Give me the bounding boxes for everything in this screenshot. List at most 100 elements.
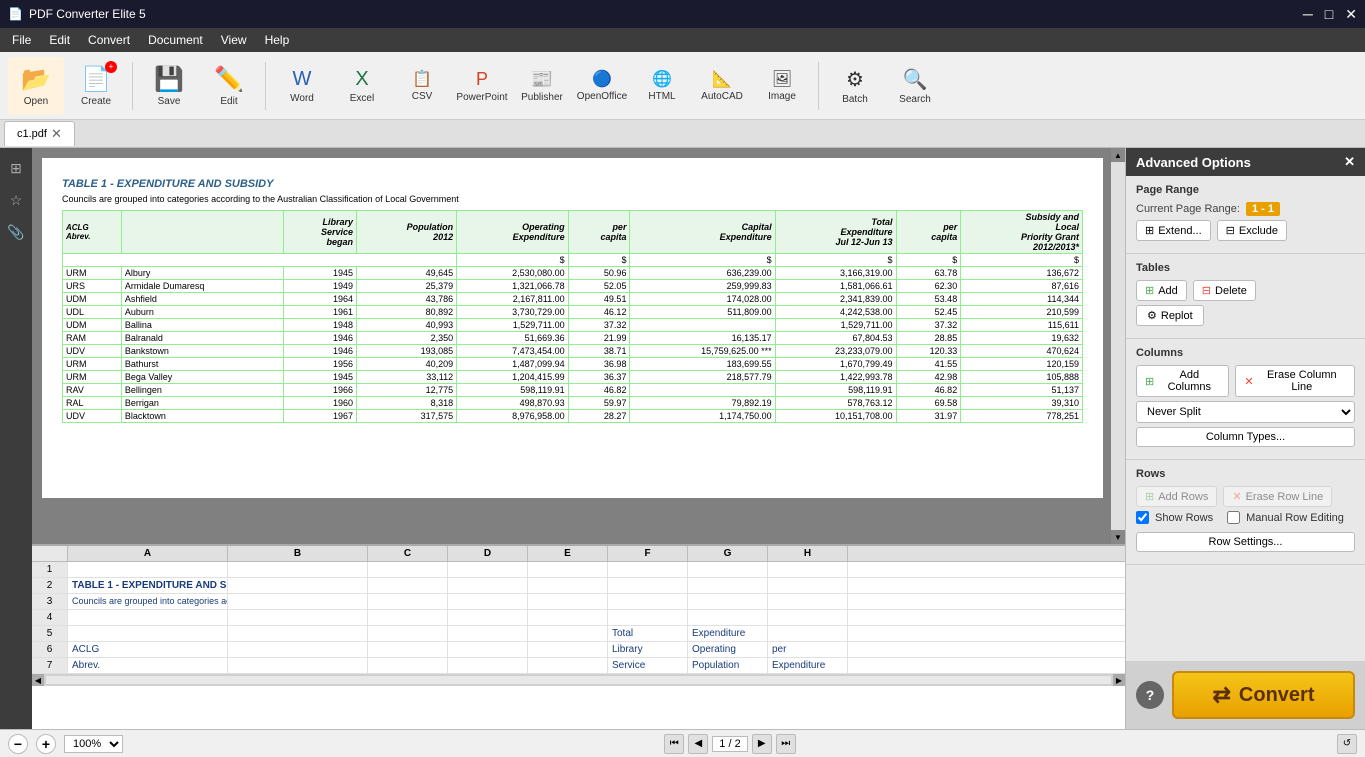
row6-e[interactable]	[528, 642, 608, 657]
row4-g[interactable]	[688, 610, 768, 625]
row4-h[interactable]	[768, 610, 848, 625]
row2-g[interactable]	[688, 578, 768, 593]
page-first-button[interactable]: ⏮	[664, 734, 684, 754]
row7-c[interactable]	[368, 658, 448, 673]
refresh-button[interactable]: ↺	[1337, 734, 1357, 754]
row1-b[interactable]	[228, 562, 368, 577]
scroll-down-button[interactable]: ▼	[1111, 530, 1125, 544]
replot-button[interactable]: ⚙ Replot	[1136, 305, 1204, 326]
row4-c[interactable]	[368, 610, 448, 625]
delete-table-button[interactable]: ⊟ Delete	[1193, 280, 1256, 301]
row2-h[interactable]	[768, 578, 848, 593]
row6-a[interactable]: ACLG	[68, 642, 228, 657]
row6-h[interactable]: per	[768, 642, 848, 657]
vertical-scrollbar[interactable]: ▲ ▼	[1111, 148, 1125, 544]
show-rows-checkbox[interactable]	[1136, 511, 1149, 524]
add-table-button[interactable]: ⊞ Add	[1136, 280, 1187, 301]
horizontal-scrollbar[interactable]: ◀ ▶	[32, 674, 1125, 686]
excel-button[interactable]: X Excel	[334, 57, 390, 115]
open-button[interactable]: 📂 Open	[8, 57, 64, 115]
search-button[interactable]: 🔍 Search	[887, 57, 943, 115]
row1-c[interactable]	[368, 562, 448, 577]
page-last-button[interactable]: ⏭	[776, 734, 796, 754]
row7-h[interactable]: Expenditure	[768, 658, 848, 673]
row-settings-button[interactable]: Row Settings...	[1136, 532, 1355, 552]
row3-f[interactable]	[608, 594, 688, 609]
row1-g[interactable]	[688, 562, 768, 577]
row4-b[interactable]	[228, 610, 368, 625]
row7-b[interactable]	[228, 658, 368, 673]
row6-b[interactable]	[228, 642, 368, 657]
row5-b[interactable]	[228, 626, 368, 641]
panel-close-button[interactable]: ✕	[1344, 154, 1355, 170]
row1-h[interactable]	[768, 562, 848, 577]
row3-h[interactable]	[768, 594, 848, 609]
row3-a[interactable]: Councils are grouped into categories acc…	[68, 594, 228, 609]
row5-f[interactable]: Total	[608, 626, 688, 641]
row6-f[interactable]: Library	[608, 642, 688, 657]
row5-g[interactable]: Expenditure	[688, 626, 768, 641]
row2-a[interactable]: TABLE 1 - EXPENDITURE AND SUBSIDY	[68, 578, 228, 593]
menu-edit[interactable]: Edit	[41, 31, 78, 49]
row5-d[interactable]	[448, 626, 528, 641]
row7-d[interactable]	[448, 658, 528, 673]
word-button[interactable]: W Word	[274, 57, 330, 115]
row3-b[interactable]	[228, 594, 368, 609]
html-button[interactable]: 🌐 HTML	[634, 57, 690, 115]
zoom-select[interactable]: 100% 75% 125% 150%	[64, 735, 123, 753]
batch-button[interactable]: ⚙ Batch	[827, 57, 883, 115]
edit-button[interactable]: ✏️ Edit	[201, 57, 257, 115]
sidebar-clip-icon[interactable]: 📎	[4, 220, 28, 244]
row3-e[interactable]	[528, 594, 608, 609]
page-next-button[interactable]: ▶	[752, 734, 772, 754]
row5-a[interactable]	[68, 626, 228, 641]
row6-c[interactable]	[368, 642, 448, 657]
menu-file[interactable]: File	[4, 31, 39, 49]
zoom-plus-button[interactable]: +	[36, 734, 56, 754]
row3-g[interactable]	[688, 594, 768, 609]
row3-d[interactable]	[448, 594, 528, 609]
row6-d[interactable]	[448, 642, 528, 657]
row1-d[interactable]	[448, 562, 528, 577]
page-prev-button[interactable]: ◀	[688, 734, 708, 754]
row2-e[interactable]	[528, 578, 608, 593]
row7-a[interactable]: Abrev.	[68, 658, 228, 673]
close-button[interactable]: ✕	[1345, 6, 1357, 23]
menu-convert[interactable]: Convert	[80, 31, 138, 49]
add-columns-button[interactable]: ⊞ Add Columns	[1136, 365, 1229, 397]
row4-f[interactable]	[608, 610, 688, 625]
openoffice-button[interactable]: 🔵 OpenOffice	[574, 57, 630, 115]
row4-d[interactable]	[448, 610, 528, 625]
extend-button[interactable]: ⊞ Extend...	[1136, 220, 1211, 241]
row4-e[interactable]	[528, 610, 608, 625]
menu-view[interactable]: View	[213, 31, 255, 49]
scroll-up-button[interactable]: ▲	[1111, 148, 1125, 162]
row7-f[interactable]: Service	[608, 658, 688, 673]
sidebar-star-icon[interactable]: ☆	[4, 188, 28, 212]
row4-a[interactable]	[68, 610, 228, 625]
autocad-button[interactable]: 📐 AutoCAD	[694, 57, 750, 115]
zoom-minus-button[interactable]: −	[8, 734, 28, 754]
powerpoint-button[interactable]: P PowerPoint	[454, 57, 510, 115]
column-types-button[interactable]: Column Types...	[1136, 427, 1355, 447]
scroll-right-button[interactable]: ▶	[1113, 674, 1125, 686]
csv-button[interactable]: 📋 CSV	[394, 57, 450, 115]
image-button[interactable]: 🖼 Image	[754, 57, 810, 115]
create-button[interactable]: 📄+ Create	[68, 57, 124, 115]
exclude-button[interactable]: ⊟ Exclude	[1217, 220, 1287, 241]
row1-e[interactable]	[528, 562, 608, 577]
row2-c[interactable]	[368, 578, 448, 593]
row2-b[interactable]	[228, 578, 368, 593]
tab-close-button[interactable]: ✕	[51, 126, 62, 142]
publisher-button[interactable]: 📰 Publisher	[514, 57, 570, 115]
never-split-dropdown[interactable]: Never Split Always Split	[1136, 401, 1355, 423]
document-tab[interactable]: c1.pdf ✕	[4, 121, 75, 146]
row2-f[interactable]	[608, 578, 688, 593]
scroll-left-button[interactable]: ◀	[32, 674, 44, 686]
erase-column-button[interactable]: ✕ Erase Column Line	[1235, 365, 1355, 397]
row7-g[interactable]: Population	[688, 658, 768, 673]
row7-e[interactable]	[528, 658, 608, 673]
help-button[interactable]: ?	[1136, 681, 1164, 709]
row5-c[interactable]	[368, 626, 448, 641]
sidebar-grid-icon[interactable]: ⊞	[4, 156, 28, 180]
